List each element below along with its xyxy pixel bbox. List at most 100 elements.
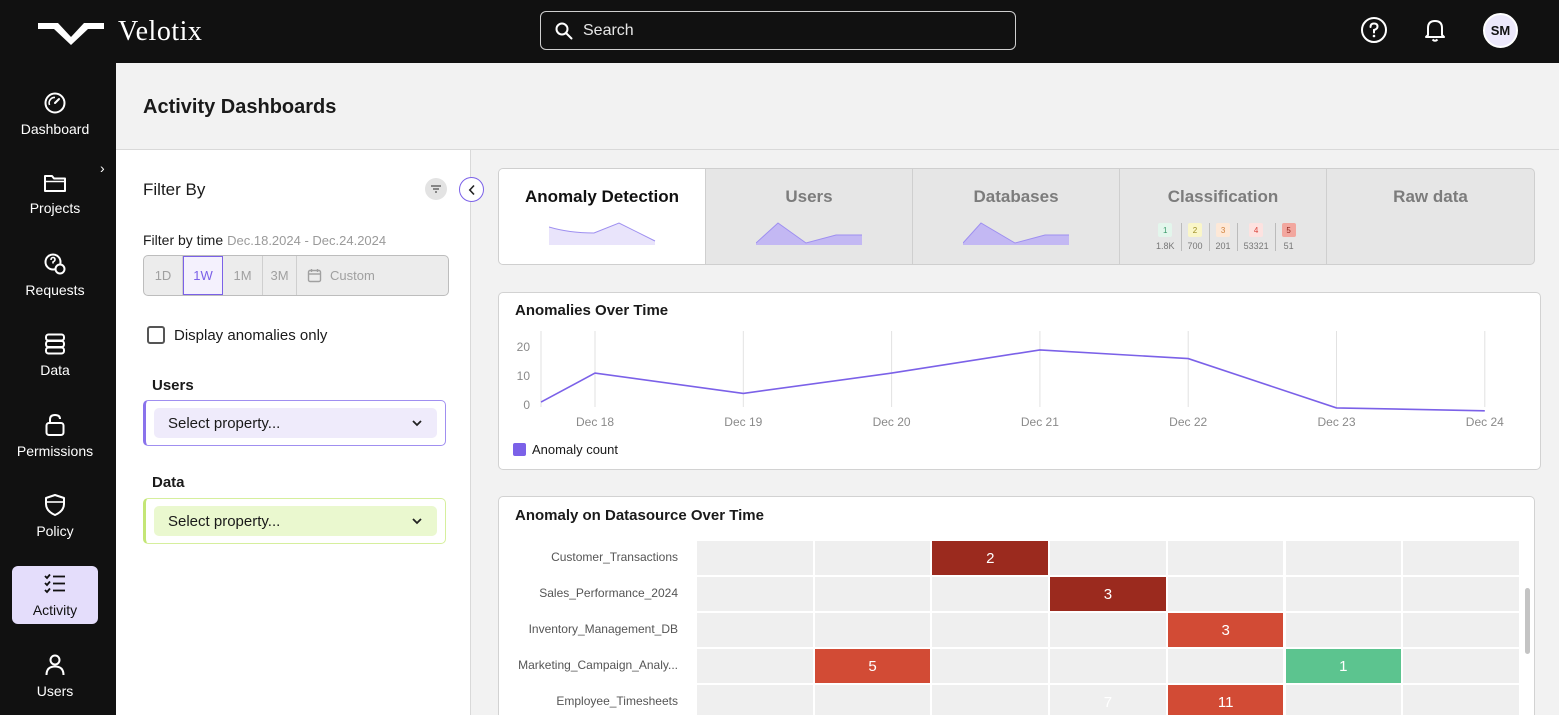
heatmap-cell[interactable] bbox=[1284, 540, 1403, 576]
heatmap-cell[interactable]: 11 bbox=[1166, 684, 1285, 715]
avatar[interactable]: SM bbox=[1483, 13, 1518, 48]
y-tick-label: 10 bbox=[517, 369, 531, 383]
x-tick-label: Dec 24 bbox=[1466, 415, 1504, 429]
heatmap-cell[interactable] bbox=[1166, 648, 1285, 684]
heatmap-cell[interactable] bbox=[1402, 540, 1520, 576]
heatmap-cell[interactable] bbox=[1402, 612, 1520, 648]
sidebar-item-policy[interactable]: Policy bbox=[12, 487, 98, 545]
users-select[interactable]: Select property... bbox=[154, 408, 437, 438]
level-count: 51 bbox=[1283, 241, 1294, 251]
heatmap-cell[interactable]: 1 bbox=[1284, 648, 1403, 684]
time-option-1m[interactable]: 1M bbox=[223, 256, 263, 295]
heatmap-cell[interactable] bbox=[813, 612, 932, 648]
heatmap-cell[interactable]: 7 bbox=[1049, 684, 1167, 715]
time-option-custom[interactable]: Custom bbox=[297, 256, 448, 295]
heatmap-cell[interactable]: 5 bbox=[813, 648, 932, 684]
dashboard-tabs: Anomaly Detection Users Databases Classi… bbox=[498, 168, 1535, 265]
heatmap-cell[interactable] bbox=[1166, 576, 1285, 612]
heatmap-cell[interactable] bbox=[813, 684, 932, 715]
chevron-right-icon[interactable]: › bbox=[100, 160, 105, 176]
y-tick-label: 0 bbox=[523, 398, 530, 412]
heatmap-row-label: Customer_Transactions bbox=[551, 550, 678, 564]
heatmap-cell[interactable] bbox=[696, 612, 814, 648]
data-select[interactable]: Select property... bbox=[154, 506, 437, 536]
heatmap-cell[interactable] bbox=[813, 540, 932, 576]
chart-title: Anomalies Over Time bbox=[515, 302, 669, 319]
level-count: 201 bbox=[1215, 241, 1231, 251]
help-button[interactable] bbox=[1359, 15, 1389, 45]
tab-label: Users bbox=[785, 187, 833, 206]
legend-swatch bbox=[513, 443, 526, 456]
tab-classification[interactable]: Classification 1 1.8K 2 700 3 201 4 5332… bbox=[1120, 169, 1327, 264]
heatmap-cell[interactable] bbox=[1049, 648, 1167, 684]
heatmap-cell[interactable] bbox=[696, 576, 814, 612]
heatmap-cell[interactable] bbox=[931, 576, 1050, 612]
classification-level: 1 1.8K bbox=[1150, 223, 1182, 251]
sidebar-item-permissions[interactable]: Permissions bbox=[12, 407, 98, 465]
notifications-button[interactable] bbox=[1420, 15, 1450, 45]
heatmap-cell[interactable]: 3 bbox=[1166, 612, 1285, 648]
heatmap-cell[interactable] bbox=[1049, 612, 1167, 648]
scrollbar[interactable] bbox=[1525, 588, 1530, 654]
search-input[interactable]: Search bbox=[540, 11, 1016, 50]
line-chart: Dec 18 Dec 19 Dec 20 Dec 21 Dec 22 Dec 23 Dec … bbox=[517, 331, 1504, 429]
anomalies-only-row: Display anomalies only bbox=[147, 326, 327, 344]
heatmap-cell[interactable] bbox=[1284, 612, 1403, 648]
classification-level: 3 201 bbox=[1210, 223, 1238, 251]
chevron-down-icon bbox=[412, 420, 422, 427]
x-tick-label: Dec 22 bbox=[1169, 415, 1207, 429]
heatmap-cell[interactable] bbox=[813, 576, 932, 612]
sidebar-item-activity[interactable]: Activity bbox=[12, 566, 98, 624]
heatmap-cell[interactable] bbox=[1402, 576, 1520, 612]
sidebar-item-label: Data bbox=[40, 362, 70, 378]
heatmap-cell[interactable] bbox=[1284, 684, 1403, 715]
anomalies-over-time-card: Anomalies Over Time Dec 18 Dec 19 Dec 20 De… bbox=[498, 292, 1541, 470]
anomalies-only-checkbox[interactable] bbox=[147, 326, 165, 344]
top-bar: Velotix Search SM bbox=[0, 0, 1559, 63]
x-tick-label: Dec 21 bbox=[1021, 415, 1059, 429]
heatmap-cell[interactable] bbox=[696, 648, 814, 684]
heatmap-cell[interactable] bbox=[696, 540, 814, 576]
heatmap-cell[interactable] bbox=[1049, 540, 1167, 576]
level-count: 1.8K bbox=[1156, 241, 1175, 251]
sidebar-item-label: Projects bbox=[29, 200, 81, 216]
sparkline-icon bbox=[756, 222, 862, 245]
collapse-filter-button[interactable] bbox=[459, 177, 484, 202]
sidebar-item-projects[interactable]: Projects bbox=[12, 165, 98, 223]
sidebar-item-dashboard[interactable]: Dashboard bbox=[12, 85, 98, 143]
heatmap-cell[interactable] bbox=[931, 684, 1050, 715]
heatmap-cell[interactable] bbox=[931, 648, 1050, 684]
sparkline-icon bbox=[963, 222, 1069, 245]
logo[interactable]: Velotix bbox=[38, 16, 202, 48]
tab-raw-data[interactable]: Raw data bbox=[1327, 169, 1534, 264]
heatmap-row-label: Marketing_Campaign_Analy... bbox=[518, 658, 678, 672]
level-badge: 1 bbox=[1158, 223, 1173, 237]
time-option-3m[interactable]: 3M bbox=[263, 256, 297, 295]
time-range-selector: 1D 1W 1M 3M Custom bbox=[143, 255, 449, 296]
classification-level: 4 53321 bbox=[1238, 223, 1276, 251]
time-filter-label: Filter by time Dec.18.2024 - Dec.24.2024 bbox=[143, 232, 386, 248]
time-option-1w[interactable]: 1W bbox=[183, 256, 223, 295]
heatmap-cell[interactable]: 2 bbox=[931, 540, 1050, 576]
data-filter-label: Data bbox=[152, 474, 185, 491]
time-filter-title: Filter by time bbox=[143, 232, 224, 248]
sidebar-item-data[interactable]: Data bbox=[12, 326, 98, 384]
tab-anomaly-detection[interactable]: Anomaly Detection bbox=[499, 169, 706, 264]
tab-users[interactable]: Users bbox=[706, 169, 913, 264]
heatmap-cell[interactable] bbox=[1166, 540, 1285, 576]
filter-settings-button[interactable] bbox=[425, 178, 447, 200]
heatmap-row-label: Sales_Performance_2024 bbox=[539, 586, 678, 600]
heatmap-cell[interactable] bbox=[1402, 648, 1520, 684]
level-badge: 3 bbox=[1216, 223, 1231, 237]
time-option-1d[interactable]: 1D bbox=[144, 256, 183, 295]
users-select-container: Select property... bbox=[143, 400, 446, 446]
tab-databases[interactable]: Databases bbox=[913, 169, 1120, 264]
heatmap-cell[interactable]: 3 bbox=[1049, 576, 1167, 612]
heatmap-cell[interactable] bbox=[1284, 576, 1403, 612]
heatmap-cell[interactable] bbox=[696, 684, 814, 715]
heatmap-cell[interactable] bbox=[1402, 684, 1520, 715]
sidebar-item-requests[interactable]: Requests bbox=[12, 246, 98, 304]
heatmap-cell[interactable] bbox=[931, 612, 1050, 648]
sidebar-item-users[interactable]: Users bbox=[12, 647, 98, 705]
velotix-logo-icon bbox=[38, 23, 104, 45]
